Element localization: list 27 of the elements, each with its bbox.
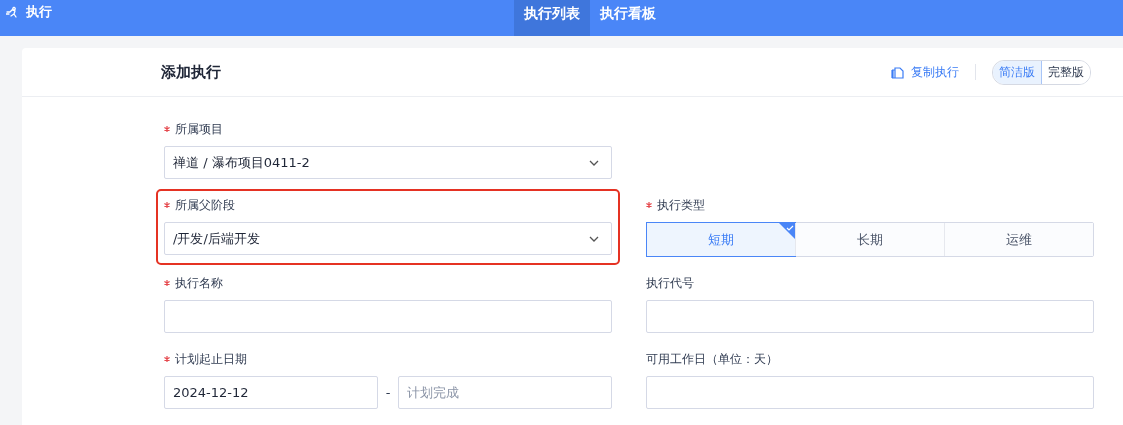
chevron-down-icon [589,235,599,242]
mode-option[interactable]: 简洁版 [993,60,1042,84]
field-label: 所属父阶段 [164,197,612,214]
page-title: 添加执行 [161,62,221,82]
select-field[interactable]: 禅道 / 瀑布项目0411-2 [164,146,612,179]
date-field[interactable]: 2024-12-12 [164,376,378,409]
input-field[interactable] [164,300,612,333]
range-separator: - [384,385,392,400]
date-field[interactable]: 计划完成 [398,376,612,409]
type-option[interactable]: 长期 [795,223,944,256]
type-option[interactable]: 短期 [647,223,795,256]
field-label: 计划起止日期 [164,351,612,368]
field-label: 执行类型 [646,197,1094,214]
input-field[interactable] [646,300,1094,333]
type-option[interactable]: 运维 [944,223,1093,256]
field-label: 执行名称 [164,275,612,292]
app-title: 执行 [26,3,52,21]
nav-tab[interactable]: 执行列表 [514,0,590,36]
input-field[interactable] [646,376,1094,409]
field-label: 可用工作日（单位：天） [646,351,779,368]
field-label: 所属项目 [164,121,612,138]
field-label: 执行代号 [646,275,695,292]
copy-button[interactable]: 复制执行 [891,63,959,81]
copy-icon [891,65,905,79]
chevron-down-icon [589,159,599,166]
check-icon [779,223,795,239]
select-field[interactable]: /开发/后端开发 [164,222,612,255]
